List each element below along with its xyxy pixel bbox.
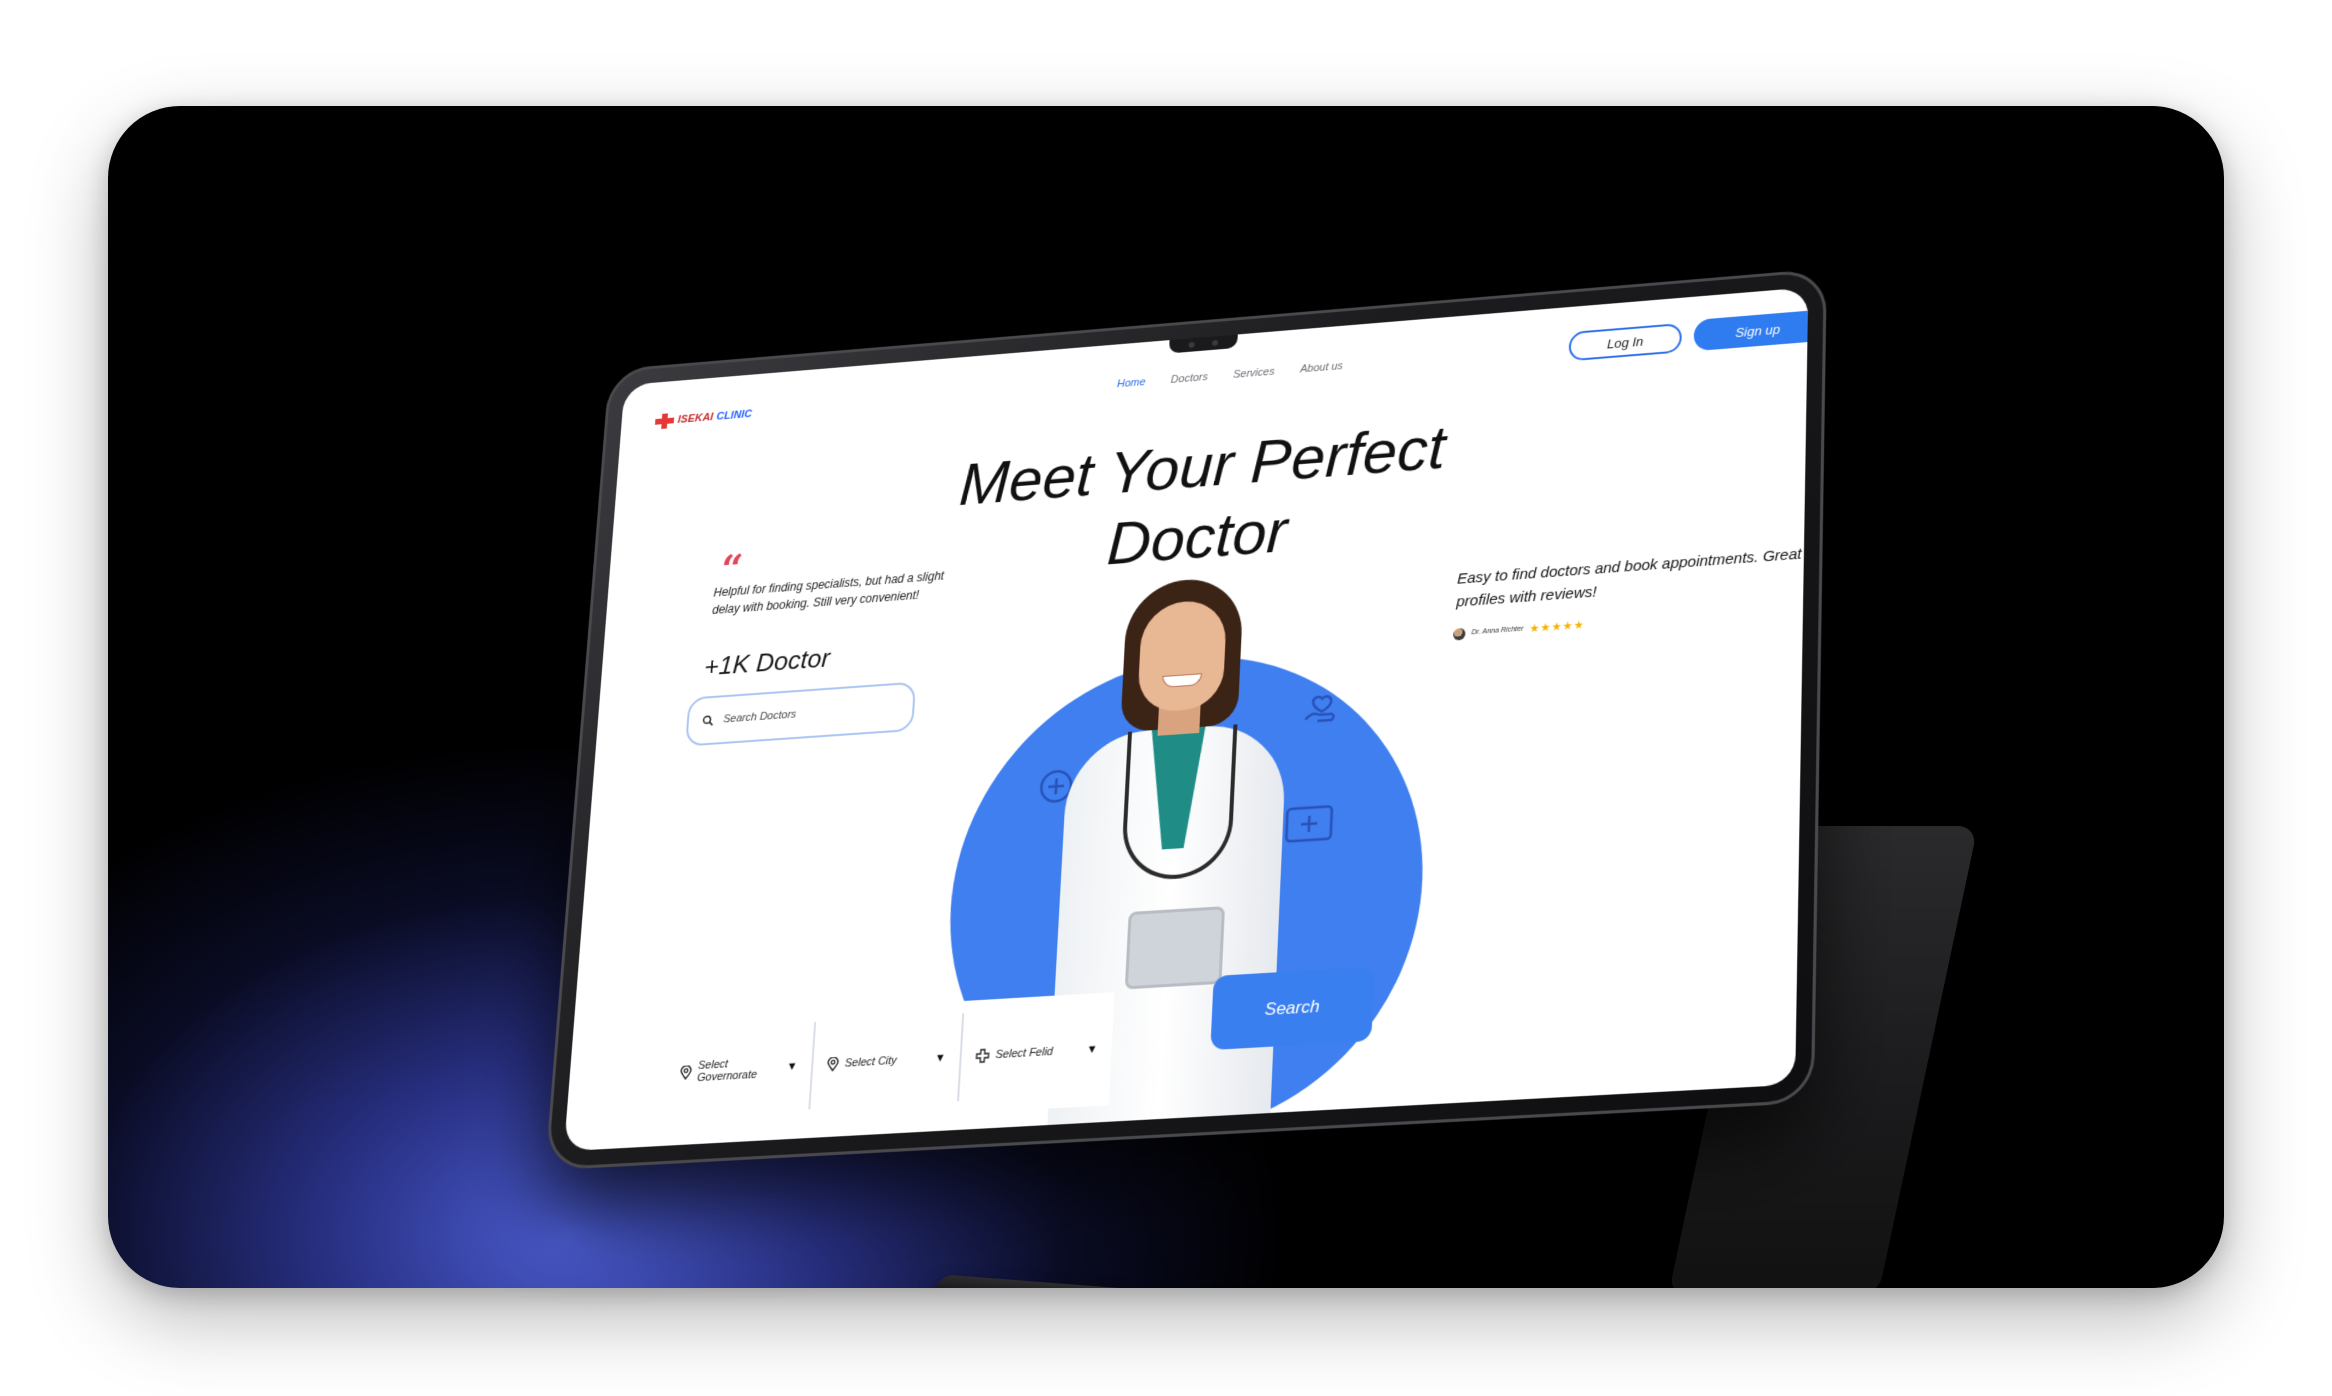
device-wrapper: ISEKAI CLINIC Home Doctors Services Abou…: [0, 0, 2332, 1396]
chevron-down-icon: ▼: [786, 1060, 798, 1074]
search-icon: [702, 714, 714, 727]
doctor-count-stat: +1K Doctor: [703, 642, 831, 682]
governorate-select[interactable]: Select Governorate ▼: [663, 1021, 817, 1118]
search-doctors-input[interactable]: [720, 701, 890, 727]
reviewer-info: Dr. Anna Richter ★★★★★: [1453, 618, 1585, 641]
chevron-down-icon: ▼: [1086, 1043, 1098, 1057]
page-stage: ISEKAI CLINIC Home Doctors Services Abou…: [0, 0, 2332, 1396]
review-text: Easy to find doctors and book appointmen…: [1456, 545, 1802, 611]
nav-link-about[interactable]: About us: [1300, 360, 1343, 375]
avatar: [1453, 627, 1466, 641]
navbar: ISEKAI CLINIC Home Doctors Services Abou…: [619, 287, 1809, 451]
doctor-search-box[interactable]: [685, 681, 917, 747]
governorate-label: Select Governorate: [696, 1058, 758, 1085]
testimonial-text: Helpful for finding specialists, but had…: [711, 568, 945, 617]
rating-stars: ★★★★★: [1529, 619, 1585, 636]
login-button[interactable]: Log In: [1568, 322, 1683, 362]
city-select[interactable]: Select City ▼: [810, 1013, 965, 1110]
search-button[interactable]: Search: [1210, 966, 1375, 1051]
signup-button[interactable]: Sign up: [1693, 309, 1809, 352]
city-label: Select City: [844, 1054, 898, 1070]
medical-cross-outline-icon: [975, 1048, 990, 1063]
hero-title: Meet Your Perfect Doctor: [922, 409, 1479, 594]
brand-name: ISEKAI CLINIC: [677, 408, 753, 426]
chevron-down-icon: ▼: [934, 1051, 947, 1065]
brand-logo[interactable]: ISEKAI CLINIC: [654, 406, 753, 430]
location-pin-icon: [827, 1057, 840, 1072]
medical-cross-icon: [654, 413, 675, 430]
nav-links: Home Doctors Services About us: [1117, 360, 1343, 390]
tablet-screen: ISEKAI CLINIC Home Doctors Services Abou…: [563, 287, 1809, 1152]
nav-link-services[interactable]: Services: [1233, 366, 1275, 381]
nav-link-home[interactable]: Home: [1117, 376, 1146, 390]
field-select[interactable]: Select Felid ▼: [959, 1004, 1114, 1101]
field-label: Select Felid: [995, 1045, 1054, 1062]
reviewer-name: Dr. Anna Richter: [1471, 625, 1524, 637]
tablet-device: ISEKAI CLINIC Home Doctors Services Abou…: [544, 268, 1827, 1171]
nav-link-doctors[interactable]: Doctors: [1171, 371, 1209, 386]
location-pin-icon: [680, 1065, 693, 1080]
